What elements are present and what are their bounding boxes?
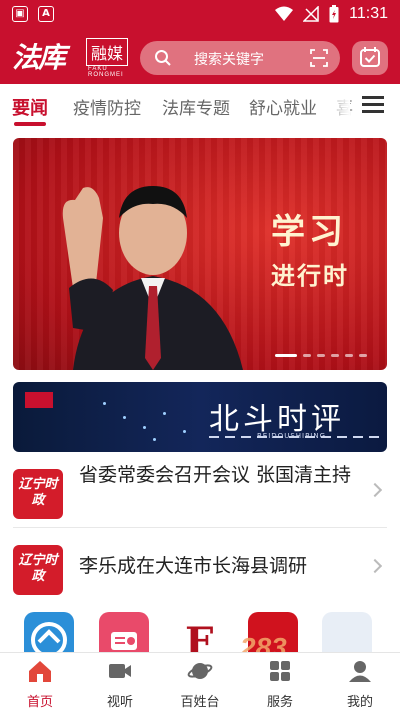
planet-icon [187,663,213,679]
carousel-dot[interactable] [317,354,325,357]
chevron-right-icon [367,482,383,498]
logo-subtitle: FAKU RONGMEI [88,66,124,78]
chevron-right-icon [367,558,383,574]
tab-epidemic[interactable]: 疫情防控 [73,94,141,119]
search-bar[interactable]: 搜索关键字 [140,41,340,75]
service-apps-row: F [0,612,400,666]
carousel-dots [275,354,367,357]
home-icon [29,661,51,682]
scan-icon[interactable] [310,49,328,67]
app-header: 法库 融媒 FAKU RONGMEI 搜索关键字 [0,32,400,82]
nav-media[interactable]: 视听 [85,659,155,710]
nav-label: 我的 [346,695,373,710]
nav-profile[interactable]: 我的 [325,659,395,710]
carousel-dot[interactable] [359,354,367,357]
menu-icon[interactable] [362,96,384,116]
hero-banner[interactable]: 学习 进行时 [13,138,387,370]
user-icon [349,661,371,682]
tab-yaowen[interactable]: 要闻 [12,94,48,120]
app-logo[interactable]: 法库 融媒 FAKU RONGMEI [12,36,130,78]
nav-label: 首页 [26,695,53,710]
tab-fade [320,84,350,128]
calendar-check-icon [360,47,380,67]
bottom-navigation: 首页 视听 百姓台 服务 我的 [0,652,400,711]
battery-charging-icon [329,5,339,23]
video-icon [109,664,131,678]
banner-subtitle: 进行时 [271,261,349,290]
banner-portrait [62,186,243,370]
carousel-dot[interactable] [345,354,353,357]
divider [13,527,387,528]
nav-community[interactable]: 百姓台 [165,659,235,710]
news-source-logo: 辽宁时政 [13,545,63,595]
image-icon: ▣ [12,6,28,22]
calendar-button[interactable] [352,41,388,75]
search-icon [155,50,171,66]
no-signal-icon [303,6,319,22]
tab-employment[interactable]: 舒心就业 [249,94,317,119]
carousel-dot[interactable] [331,354,339,357]
star-dot [143,426,146,429]
grid-icon [270,661,290,681]
beidou-subtitle: BEIDOUSHIPING [257,432,327,440]
nav-home[interactable]: 首页 [5,659,75,710]
wifi-icon [275,6,294,21]
news-title: 李乐成在大连市长海县调研 [79,555,308,577]
beidou-badge [25,392,53,408]
nav-services[interactable]: 服务 [245,659,315,710]
star-dot [183,430,186,433]
active-tab-indicator [14,122,46,126]
category-tabs: 要闻 疫情防控 法库专题 舒心就业 喜 [0,84,400,128]
news-title: 省委常委会召开会议 张国清主持 [79,464,352,486]
font-a-icon: A [38,6,54,22]
carousel-dot[interactable] [275,354,297,357]
news-item[interactable]: 辽宁时政 省委常委会召开会议 张国清主持 [0,461,400,525]
tab-faku-special[interactable]: 法库专题 [162,94,230,119]
carousel-dot[interactable] [303,354,311,357]
nav-label: 视听 [106,695,133,710]
nav-label: 服务 [266,695,293,710]
banner-title: 学习 [271,212,347,252]
logo-box: 融媒 [86,38,129,66]
clock: 11:31 [349,5,388,22]
star-dot [123,416,126,419]
nav-label: 百姓台 [180,695,220,710]
search-placeholder: 搜索关键字 [194,52,264,68]
star-dot [163,412,166,415]
status-bar: ▣ A 11:31 [0,0,400,30]
news-item[interactable]: 辽宁时政 李乐成在大连市长海县调研 [0,537,400,601]
beidou-commentary-banner[interactable]: 北斗时评 BEIDOUSHIPING [13,382,387,452]
news-source-logo: 辽宁时政 [13,469,63,519]
star-dot [153,438,156,441]
star-dot [103,402,106,405]
logo-script: 法库 [12,41,66,74]
